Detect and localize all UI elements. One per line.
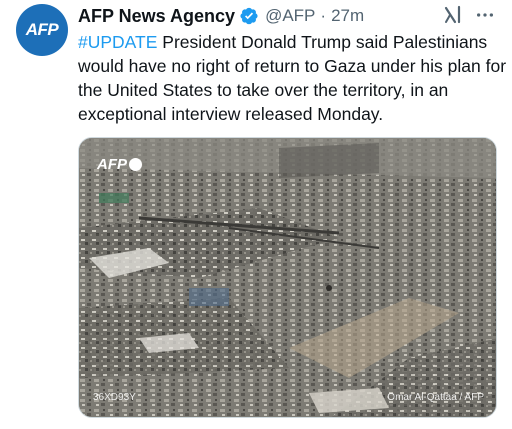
afp-logo-circle-icon [129, 158, 142, 171]
rubble-photo [79, 138, 496, 417]
verified-badge-icon[interactable] [239, 6, 259, 26]
tweet-text: #UPDATE President Donald Trump said Pale… [78, 30, 508, 126]
separator: · [320, 6, 327, 25]
afp-watermark: AFP [97, 156, 142, 173]
tweet-header: AFP News Agency @AFP · 27m [78, 4, 502, 28]
hashtag-link[interactable]: #UPDATE [78, 32, 157, 52]
photo-credit: Omar Al-Qattaa / AFP [387, 392, 484, 403]
afp-watermark-text: AFP [97, 156, 127, 173]
handle[interactable]: @AFP [265, 6, 315, 26]
more-options-icon[interactable] [474, 4, 496, 26]
avatar[interactable]: AFP [16, 4, 68, 56]
grok-icon[interactable] [442, 4, 464, 26]
photo-id: 36XD93Y [93, 392, 136, 403]
tweet-photo[interactable]: AFP 36XD93Y Omar Al-Qattaa / AFP [78, 137, 497, 418]
avatar-text: AFP [25, 20, 59, 39]
timestamp[interactable]: 27m [331, 6, 364, 26]
display-name[interactable]: AFP News Agency [78, 6, 235, 27]
